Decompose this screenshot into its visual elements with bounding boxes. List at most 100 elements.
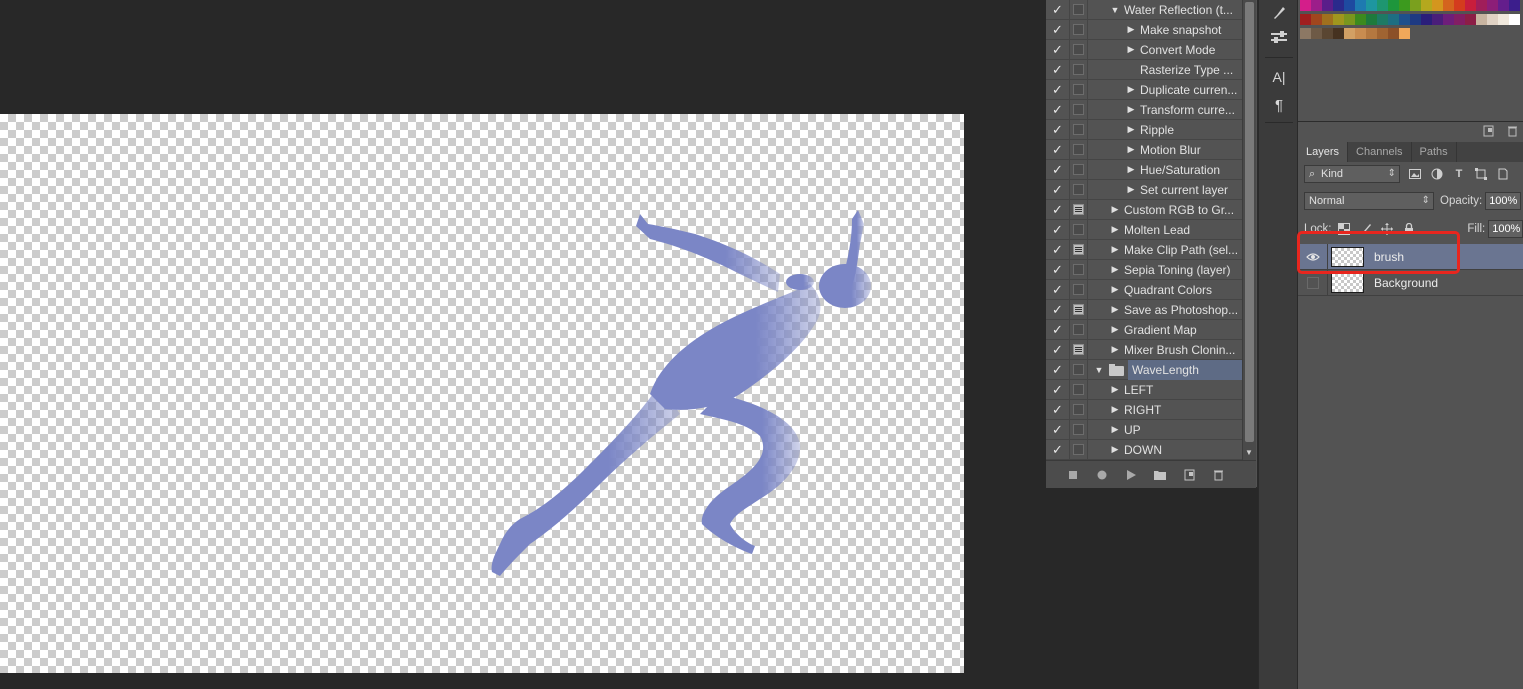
dialog-toggle[interactable]	[1070, 219, 1088, 240]
dialog-toggle[interactable]	[1070, 239, 1088, 260]
action-toggle-checkbox[interactable]: ✓	[1046, 119, 1070, 140]
dialog-toggle[interactable]	[1070, 159, 1088, 180]
dialog-toggle[interactable]	[1070, 259, 1088, 280]
action-row[interactable]: ✓ ▶ Custom RGB to Gr...	[1046, 199, 1242, 220]
color-swatch[interactable]	[1487, 0, 1498, 11]
color-swatch[interactable]	[1421, 0, 1432, 11]
expand-triangle-icon[interactable]: ▶	[1110, 404, 1120, 415]
color-swatch[interactable]	[1421, 14, 1432, 25]
action-toggle-checkbox[interactable]: ✓	[1046, 139, 1070, 160]
action-row[interactable]: ✓ ▼ Water Reflection (t...	[1046, 0, 1242, 20]
adjustment-filter-icon[interactable]	[1430, 167, 1444, 181]
action-toggle-checkbox[interactable]: ✓	[1046, 79, 1070, 100]
color-swatch[interactable]	[1322, 14, 1333, 25]
color-swatch[interactable]	[1399, 14, 1410, 25]
paragraph-icon[interactable]: ¶	[1268, 94, 1290, 116]
action-row[interactable]: ✓ ▶ Hue/Saturation	[1046, 159, 1242, 180]
color-swatch[interactable]	[1388, 0, 1399, 11]
color-swatch[interactable]	[1476, 14, 1487, 25]
color-swatch[interactable]	[1410, 14, 1421, 25]
color-swatch[interactable]	[1476, 0, 1487, 11]
expand-triangle-icon[interactable]: ▶	[1126, 144, 1136, 155]
color-swatch[interactable]	[1498, 14, 1509, 25]
brush-tool-icon[interactable]	[1268, 2, 1290, 24]
opacity-field[interactable]: 100%	[1485, 192, 1522, 210]
dialog-toggle[interactable]	[1070, 119, 1088, 140]
action-toggle-checkbox[interactable]: ✓	[1046, 299, 1070, 320]
expand-triangle-icon[interactable]: ▶	[1110, 384, 1120, 395]
record-icon[interactable]	[1095, 468, 1109, 482]
layer-thumbnail[interactable]	[1331, 272, 1364, 293]
dialog-toggle[interactable]	[1070, 99, 1088, 120]
action-toggle-checkbox[interactable]: ✓	[1046, 359, 1070, 380]
action-row[interactable]: ✓ ▶ Convert Mode	[1046, 39, 1242, 60]
expand-triangle-icon[interactable]: ▶	[1110, 224, 1120, 235]
expand-triangle-icon[interactable]: ▶	[1126, 104, 1136, 115]
color-swatch[interactable]	[1443, 14, 1454, 25]
action-row[interactable]: ✓ ▶ Sepia Toning (layer)	[1046, 259, 1242, 280]
dialog-toggle[interactable]	[1070, 79, 1088, 100]
color-swatch[interactable]	[1355, 14, 1366, 25]
expand-triangle-icon[interactable]: ▶	[1126, 24, 1136, 35]
color-swatch[interactable]	[1465, 0, 1476, 11]
color-swatch[interactable]	[1388, 28, 1399, 39]
expand-triangle-icon[interactable]: ▶	[1110, 424, 1120, 435]
action-row[interactable]: ✓ ▶ RIGHT	[1046, 399, 1242, 420]
action-row[interactable]: ✓ ▶ Save as Photoshop...	[1046, 299, 1242, 320]
actions-scrollbar[interactable]: ▼	[1242, 0, 1256, 460]
action-row[interactable]: ✓ ▶ Set current layer	[1046, 179, 1242, 200]
action-row[interactable]: ✓ ▶ Transform curre...	[1046, 99, 1242, 120]
color-swatch[interactable]	[1355, 0, 1366, 11]
action-row[interactable]: ✓ ▶ Make snapshot	[1046, 19, 1242, 40]
action-toggle-checkbox[interactable]: ✓	[1046, 199, 1070, 220]
dialog-toggle[interactable]	[1070, 139, 1088, 160]
dialog-toggle[interactable]	[1070, 439, 1088, 460]
blend-mode-select[interactable]: Normal	[1304, 192, 1434, 210]
action-row[interactable]: ✓ ▶ Molten Lead	[1046, 219, 1242, 240]
color-swatch[interactable]	[1322, 28, 1333, 39]
color-swatch[interactable]	[1454, 0, 1465, 11]
expand-triangle-icon[interactable]: ▶	[1126, 44, 1136, 55]
color-swatch[interactable]	[1355, 28, 1366, 39]
adjust-sliders-icon[interactable]	[1268, 26, 1290, 48]
dialog-toggle[interactable]	[1070, 279, 1088, 300]
dialog-toggle[interactable]	[1070, 179, 1088, 200]
action-toggle-checkbox[interactable]: ✓	[1046, 179, 1070, 200]
expand-triangle-icon[interactable]: ▶	[1110, 324, 1120, 335]
color-swatch[interactable]	[1487, 14, 1498, 25]
action-toggle-checkbox[interactable]: ✓	[1046, 99, 1070, 120]
color-swatch[interactable]	[1399, 0, 1410, 11]
dialog-toggle[interactable]	[1070, 399, 1088, 420]
expand-triangle-icon[interactable]: ▶	[1126, 84, 1136, 95]
action-row[interactable]: ✓ ▶ UP	[1046, 419, 1242, 440]
color-swatch[interactable]	[1377, 14, 1388, 25]
delete-icon[interactable]	[1211, 468, 1225, 482]
color-swatch[interactable]	[1300, 0, 1311, 11]
action-toggle-checkbox[interactable]: ✓	[1046, 0, 1070, 20]
dialog-toggle[interactable]	[1070, 59, 1088, 80]
color-swatch[interactable]	[1498, 0, 1509, 11]
dialog-toggle[interactable]	[1070, 299, 1088, 320]
expand-triangle-icon[interactable]: ▶	[1110, 204, 1120, 215]
fill-field[interactable]: 100%	[1488, 220, 1523, 238]
color-swatch[interactable]	[1311, 28, 1322, 39]
action-row[interactable]: ✓ ▶ Ripple	[1046, 119, 1242, 140]
color-swatch[interactable]	[1443, 0, 1454, 11]
smart-object-filter-icon[interactable]	[1496, 167, 1510, 181]
color-swatch[interactable]	[1388, 14, 1399, 25]
filter-kind-select[interactable]: ⌕ Kind	[1304, 165, 1400, 183]
type-filter-icon[interactable]: T	[1452, 167, 1466, 181]
tab-paths[interactable]: Paths	[1412, 142, 1457, 162]
action-toggle-checkbox[interactable]: ✓	[1046, 239, 1070, 260]
action-row[interactable]: ✓ ▶ DOWN	[1046, 439, 1242, 460]
color-swatch[interactable]	[1311, 14, 1322, 25]
action-toggle-checkbox[interactable]: ✓	[1046, 19, 1070, 40]
color-swatch[interactable]	[1377, 28, 1388, 39]
color-swatch[interactable]	[1311, 0, 1322, 11]
expand-triangle-icon[interactable]: ▶	[1126, 124, 1136, 135]
dialog-toggle[interactable]	[1070, 199, 1088, 220]
dialog-toggle[interactable]	[1070, 319, 1088, 340]
color-swatch[interactable]	[1300, 28, 1311, 39]
color-swatch[interactable]	[1377, 0, 1388, 11]
dialog-toggle[interactable]	[1070, 19, 1088, 40]
